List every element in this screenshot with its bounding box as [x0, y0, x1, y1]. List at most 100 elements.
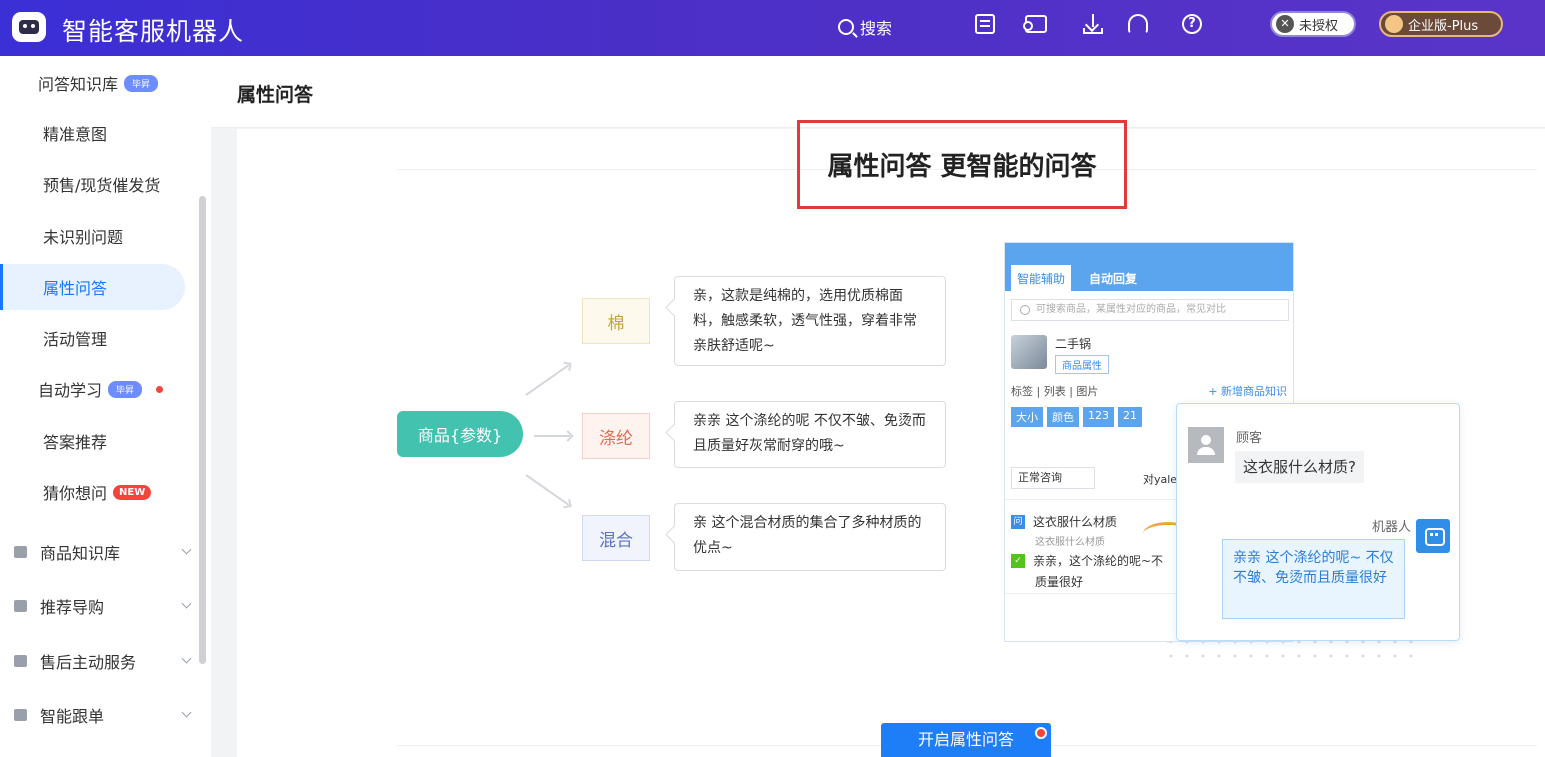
arrow-icon [534, 435, 570, 437]
edition-label: 企业版-Plus [1408, 18, 1479, 34]
sidebar-item-label: 预售/现货催发货 [43, 176, 161, 195]
notification-dot [1035, 727, 1047, 739]
sidebar-group-label: 售后主动服务 [40, 653, 137, 672]
question-subtext: 这衣服什么材质 [1035, 537, 1105, 548]
sidebar-item-attribute-qa[interactable]: 属性问答 [0, 264, 185, 310]
mock-header: 智能辅助 自动回复 [1005, 243, 1293, 291]
mock-tab-auto: 自动回复 [1089, 271, 1138, 286]
customer-avatar [1188, 427, 1224, 463]
sidebar-group-aftersale[interactable]: 售后主动服务 [0, 638, 200, 684]
product-tag: 商品属性 [1055, 355, 1109, 374]
bot-name: 机器人 [1371, 520, 1411, 535]
product-image [1011, 335, 1047, 369]
sidebar-item-label: 属性问答 [43, 279, 108, 298]
sidebar-group-followup[interactable]: 智能跟单 [0, 692, 200, 738]
sidebar-item-answer-rec[interactable]: 答案推荐 [0, 418, 185, 464]
download-icon[interactable] [1083, 14, 1103, 34]
chip: 大小 [1011, 407, 1043, 427]
chip: 颜色 [1047, 407, 1079, 427]
arrow-icon [525, 474, 570, 506]
sidebar-group-label: 商品知识库 [40, 544, 121, 563]
sidebar-item-label: 猜你想问 [43, 484, 108, 503]
enable-attribute-qa-button[interactable]: 开启属性问答 [881, 723, 1051, 757]
sidebar-item-label: 自动学习 [38, 381, 103, 400]
mock-answer: ✓ 亲亲，这个涤纶的呢~不 [1011, 552, 1163, 569]
chevron-down-icon [181, 598, 192, 609]
attribute-chips: 大小 颜色 123 21 [1011, 407, 1142, 427]
bot-message: 亲亲 这个涤纶的呢~ 不仅不皱、免烫而且质量很好 [1222, 539, 1405, 619]
search-icon [838, 19, 854, 35]
check-icon: ✓ [1011, 553, 1025, 568]
robot-avatar-icon [1416, 519, 1450, 553]
attribute-node-mixed: 混合 [582, 515, 650, 561]
sidebar-item-presale[interactable]: 预售/现货催发货 [0, 161, 185, 207]
question-icon: 问 [1011, 514, 1025, 529]
bisheng-badge: 毕昇 [124, 74, 159, 92]
sidebar-group-label: 推荐导购 [40, 598, 105, 617]
answer-bubble: 亲 这个混合材质的集合了多种材质的优点~ [674, 503, 946, 571]
chevron-down-icon [181, 544, 192, 555]
chevron-down-icon [181, 653, 192, 664]
answer-subtext: 质量很好 [1035, 575, 1084, 589]
service-icon [14, 655, 27, 667]
mock-tab-assist: 智能辅助 [1011, 265, 1072, 291]
page-header: 属性问答 [211, 56, 1545, 128]
page-title: 属性问答 [237, 84, 314, 106]
chat-preview: 顾客 这衣服什么材质? 机器人 亲亲 这个涤纶的呢~ 不仅不皱、免烫而且质量很好 [1176, 403, 1460, 641]
top-bar: 智能客服机器人 搜索 ? ✕ 未授权 企业版-Plus [0, 0, 1545, 56]
bisheng-badge: 毕昇 [108, 380, 143, 398]
customer-name: 顾客 [1236, 431, 1263, 446]
question-text: 这衣服什么材质 [1033, 515, 1118, 529]
robot-logo-icon [12, 12, 46, 42]
sidebar-group-label: 智能跟单 [40, 707, 105, 726]
promo-title: 属性问答 更智能的问答 [827, 152, 1097, 182]
add-knowledge-link: + 新增商品知识 [1208, 385, 1287, 398]
search-label: 搜索 [860, 19, 893, 38]
sidebar-item-activity[interactable]: 活动管理 [0, 315, 185, 361]
edition-icon [1385, 15, 1403, 33]
mock-question: 问 这衣服什么材质 [1011, 513, 1117, 530]
chip: 21 [1118, 407, 1142, 427]
answer-bubble: 亲亲 这个涤纶的呢 不仅不皱、免烫而且质量好灰常耐穿的哦~ [674, 401, 946, 468]
root-node: 商品{参数} [397, 411, 523, 457]
mock-search-field: 可搜索商品，某属性对应的商品，常见对比 [1011, 299, 1289, 321]
help-icon[interactable]: ? [1182, 14, 1202, 34]
sidebar-group-product-kb[interactable]: 商品知识库 [0, 529, 200, 575]
sidebar-group-recommend[interactable]: 推荐导购 [0, 583, 200, 629]
unauthorized-label: 未授权 [1299, 18, 1339, 34]
notification-dot [156, 385, 164, 393]
view-tabs: 标签 | 列表 | 图片 [1011, 385, 1099, 398]
mock-select: 正常咨询 [1011, 467, 1095, 489]
document-icon [14, 709, 27, 721]
sidebar-scrollbar[interactable] [199, 196, 206, 664]
attribute-node-polyester: 涤纶 [582, 413, 650, 459]
sidebar-item-unrecognized[interactable]: 未识别问题 [0, 213, 185, 259]
edition-badge[interactable]: 企业版-Plus [1379, 11, 1503, 37]
sidebar-item-label: 精准意图 [43, 125, 108, 144]
list-icon[interactable] [975, 14, 995, 34]
headset-icon[interactable] [1128, 14, 1148, 34]
sidebar-item-label: 未识别问题 [43, 228, 124, 247]
answer-text: 亲亲，这个涤纶的呢~不 [1033, 554, 1164, 568]
promo-title-box: 属性问答 更智能的问答 [797, 120, 1127, 209]
chip: 123 [1083, 407, 1114, 427]
app-title: 智能客服机器人 [62, 17, 245, 46]
unauthorized-badge[interactable]: ✕ 未授权 [1270, 11, 1356, 37]
mock-select-right: 对yale [1143, 473, 1178, 486]
sidebar: 问答知识库 毕昇 精准意图 预售/现货催发货 未识别问题 属性问答 活动管理 自… [0, 56, 211, 757]
sidebar-item-label: 活动管理 [43, 330, 108, 349]
sidebar-item-auto-learn[interactable]: 自动学习 毕昇 [0, 366, 185, 412]
ticket-icon[interactable] [1023, 15, 1047, 33]
search-button[interactable]: 搜索 [838, 15, 892, 39]
sidebar-item-label: 答案推荐 [43, 433, 108, 452]
customer-message: 这衣服什么材质? [1235, 451, 1364, 483]
sidebar-item-precise-intent[interactable]: 精准意图 [0, 110, 185, 156]
promo-content: 属性问答 更智能的问答 商品{参数} 棉 涤纶 混合 亲，这款是纯棉的，选用优质… [237, 120, 1545, 757]
unauthorized-icon: ✕ [1276, 15, 1294, 33]
sidebar-item-label: 问答知识库 [38, 75, 119, 94]
bag-icon [14, 546, 27, 558]
sidebar-item-guess[interactable]: 猜你想问 NEW [0, 469, 185, 515]
attribute-node-cotton: 棉 [582, 298, 650, 344]
sidebar-item-qa-kb[interactable]: 问答知识库 毕昇 [0, 60, 185, 106]
new-badge: NEW [113, 484, 152, 500]
